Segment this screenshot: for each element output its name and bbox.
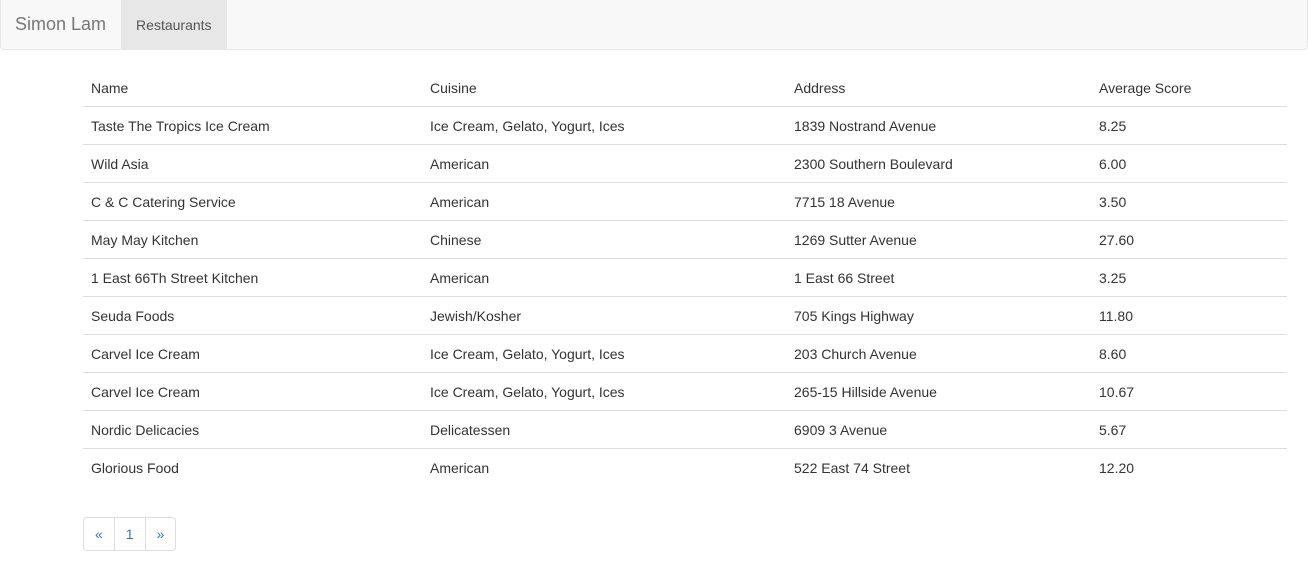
- pagination: « 1 »: [83, 517, 177, 551]
- cell-average-score: 6.00: [1091, 144, 1287, 183]
- cell-average-score: 11.80: [1091, 296, 1287, 335]
- column-header-name: Name: [83, 70, 422, 107]
- cell-address: 1269 Sutter Avenue: [786, 220, 1091, 259]
- cell-cuisine: Jewish/Kosher: [422, 296, 786, 335]
- pagination-page-1[interactable]: 1: [113, 518, 145, 550]
- cell-name: Taste The Tropics Ice Cream: [83, 106, 422, 145]
- cell-name: Carvel Ice Cream: [83, 372, 422, 411]
- cell-cuisine: American: [422, 144, 786, 183]
- cell-address: 7715 18 Avenue: [786, 182, 1091, 221]
- cell-cuisine: American: [422, 182, 786, 221]
- pagination-prev-button[interactable]: «: [84, 518, 114, 550]
- cell-average-score: 12.20: [1099, 459, 1135, 476]
- table-row: C & C Catering Service American 7715 18 Av…: [83, 182, 1287, 221]
- cell-average-score: 8.25: [1091, 106, 1287, 145]
- cell-cuisine: Ice Cream, Gelato, Yogurt, Ices: [422, 372, 786, 411]
- main-content: Name Cuisine Address Average Score Taste…: [83, 70, 1287, 486]
- table-body: Taste The Tropics Ice Cream Ice Cream, Ge…: [83, 106, 1287, 487]
- table-row: Glorious Food American 522 East 74 Street 1…: [83, 449, 1287, 487]
- table-row: May May Kitchen Chinese 1269 Sutter Avenue…: [83, 220, 1287, 259]
- table-row: Taste The Tropics Ice Cream Ice Cream, Ge…: [83, 106, 1287, 145]
- cell-average-score: 3.25: [1091, 258, 1287, 297]
- column-header-average-score: Average Score: [1091, 70, 1287, 107]
- top-navbar: Simon Lam Restaurants: [0, 0, 1308, 50]
- table-row: Wild Asia American 2300 Southern Boulevard…: [83, 144, 1287, 183]
- column-header-cuisine: Cuisine: [422, 70, 786, 107]
- cell-name: Wild Asia: [83, 144, 422, 183]
- cell-address: 203 Church Avenue: [786, 334, 1091, 373]
- cell-name: 1 East 66Th Street Kitchen: [83, 258, 422, 297]
- cell-average-score: 8.60: [1091, 334, 1287, 373]
- cell-address: 1839 Nostrand Avenue: [786, 106, 1091, 145]
- cell-name: Carvel Ice Cream: [83, 334, 422, 373]
- cell-average-score: 10.67: [1091, 372, 1287, 411]
- cell-cuisine: American: [422, 258, 786, 297]
- table-row: Carvel Ice Cream Ice Cream, Gelato, Yogur…: [83, 334, 1287, 373]
- cell-address: 705 Kings Highway: [786, 296, 1091, 335]
- navbar-brand[interactable]: Simon Lam: [1, 0, 121, 49]
- cell-cuisine: Ice Cream, Gelato, Yogurt, Ices: [422, 334, 786, 373]
- cell-average-score: 3.50: [1091, 182, 1287, 221]
- cell-cuisine: Delicatessen: [422, 410, 786, 449]
- nav-item-restaurants[interactable]: Restaurants: [121, 0, 227, 49]
- table-row: Seuda Foods Jewish/Kosher 705 Kings Highwa…: [83, 296, 1287, 335]
- cell-cuisine: Chinese: [422, 220, 786, 259]
- cell-name: May May Kitchen: [83, 220, 422, 259]
- cell-name: C & C Catering Service: [83, 182, 422, 221]
- table-row: Nordic Delicacies Delicatessen 6909 3 Aven…: [83, 410, 1287, 449]
- cell-cuisine: Ice Cream, Gelato, Yogurt, Ices: [422, 106, 786, 145]
- table-header-row: Name Cuisine Address Average Score: [83, 70, 1287, 107]
- cell-address: 6909 3 Avenue: [786, 410, 1091, 449]
- cell-name: Glorious Food: [91, 459, 179, 476]
- cell-address: 522 East 74 Street: [794, 459, 910, 476]
- cell-address: 2300 Southern Boulevard: [786, 144, 1091, 183]
- cell-average-score: 5.67: [1091, 410, 1287, 449]
- column-header-address: Address: [786, 70, 1091, 107]
- restaurants-table: Name Cuisine Address Average Score Taste…: [83, 70, 1287, 486]
- pagination-next-button[interactable]: »: [144, 518, 176, 550]
- cell-address: 1 East 66 Street: [786, 258, 1091, 297]
- cell-average-score: 27.60: [1091, 220, 1287, 259]
- cell-name: Seuda Foods: [83, 296, 422, 335]
- table-row: Carvel Ice Cream Ice Cream, Gelato, Yogur…: [83, 372, 1287, 411]
- table-row: 1 East 66Th Street Kitchen American 1 East…: [83, 258, 1287, 297]
- cell-cuisine: American: [430, 459, 490, 476]
- cell-name: Nordic Delicacies: [83, 410, 422, 449]
- cell-address: 265-15 Hillside Avenue: [786, 372, 1091, 411]
